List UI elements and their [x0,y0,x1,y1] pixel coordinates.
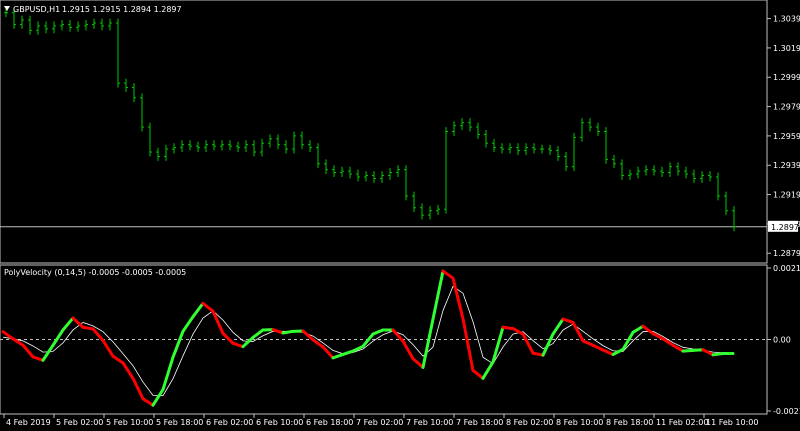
time-label: 7 Feb 18:00 [456,418,503,427]
polyvelocity-segment [681,348,695,353]
polyvelocity-segment [711,351,725,357]
polyvelocity-segment [531,351,545,357]
time-label: 8 Feb 18:00 [606,418,653,427]
indicator-tick-label: 0.0021 [773,264,800,273]
indicator-header: PolyVelocity (0,14,5) -0.0005 -0.0005 -0… [4,268,186,277]
price-tick-label: 1.2959 [773,132,800,141]
time-label: 8 Feb 10:00 [556,418,603,427]
polyvelocity-segment [501,325,515,331]
price-tick-label: 1.2919 [773,191,800,200]
ohlc-values: 1.2915 1.2915 1.2894 1.2897 [62,5,182,14]
svg-text:1.2897: 1.2897 [771,223,799,232]
time-label: 11 Feb 10:00 [706,418,758,427]
current-price-label: 1.2897 [768,220,799,232]
time-label: 6 Feb 18:00 [306,418,353,427]
time-label: 5 Feb 02:00 [56,418,103,427]
price-tick-label: 1.2879 [773,249,800,258]
time-label: 5 Feb 18:00 [156,418,203,427]
symbol-timeframe: GBPUSD,H1 [13,5,60,14]
trading-chart[interactable]: GBPUSD,H1 1.2915 1.2915 1.2894 1.2897 1.… [0,0,800,431]
time-label: 4 Feb 2019 [6,418,51,427]
price-tick-label: 1.3019 [773,44,800,53]
time-label: 7 Feb 10:00 [406,418,453,427]
time-label: 7 Feb 02:00 [356,418,403,427]
polyvelocity-segment [281,329,295,335]
time-label: 6 Feb 10:00 [256,418,303,427]
indicator-tick-label: 0.00 [773,336,791,345]
time-label: 6 Feb 02:00 [206,418,253,427]
polyvelocity-segment [81,325,95,331]
polyvelocity-segment [691,348,705,352]
price-tick-label: 1.3039 [773,15,800,24]
price-panel[interactable]: GBPUSD,H1 1.2915 1.2915 1.2894 1.2897 [0,0,768,264]
time-label: 8 Feb 02:00 [506,418,553,427]
indicator-tick-label: -0.0021 [773,407,800,416]
time-label: 5 Feb 10:00 [106,418,153,427]
time-label: 11 Feb 02:00 [656,418,708,427]
price-tick-label: 1.2999 [773,73,800,82]
price-tick-label: 1.2979 [773,103,800,112]
price-tick-label: 1.2939 [773,161,800,170]
indicator-panel[interactable]: PolyVelocity (0,14,5) -0.0005 -0.0005 -0… [0,264,768,415]
